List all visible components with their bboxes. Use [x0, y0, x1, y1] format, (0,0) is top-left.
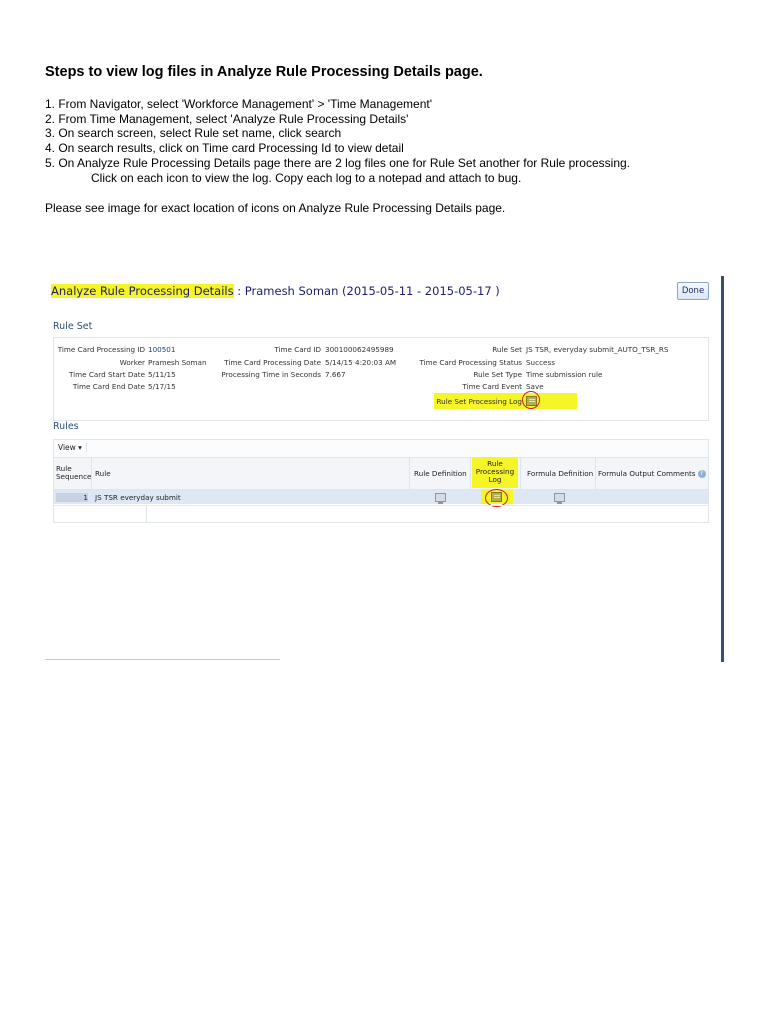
help-icon[interactable]: ? — [697, 470, 706, 478]
step-5: 5. On Analyze Rule Processing Details pa… — [45, 155, 630, 170]
header-rule[interactable]: Rule — [95, 470, 111, 478]
header-formula-output[interactable]: Formula Output Comments? — [598, 470, 706, 478]
rule-definition-icon[interactable] — [435, 493, 446, 504]
table-empty-row — [54, 505, 708, 523]
rules-table-header: Rule Sequence Rule Rule Definition Rule … — [54, 457, 708, 490]
rule-set-heading: Rule Set — [53, 321, 93, 332]
screenshot-right-border — [721, 276, 724, 662]
rules-table: View ▾ Rule Sequence Rule Rule Definitio… — [53, 439, 709, 523]
header-formula-definition[interactable]: Formula Definition — [527, 470, 593, 478]
image-note: Please see image for exact location of i… — [45, 201, 506, 215]
rule-set-panel: Time Card Processing ID 100501 Worker Pr… — [53, 337, 709, 421]
screenshot-bottom-divider — [45, 659, 280, 660]
time-card-processing-id-link[interactable]: 100501 — [148, 345, 175, 354]
step-5-continuation: Click on each icon to view the log. Copy… — [91, 170, 522, 185]
formula-definition-icon[interactable] — [554, 493, 565, 504]
document-title: Steps to view log files in Analyze Rule … — [45, 64, 483, 80]
rules-toolbar: View ▾ — [54, 440, 708, 458]
header-rule-definition[interactable]: Rule Definition — [414, 470, 467, 478]
rules-heading: Rules — [53, 421, 79, 432]
steps-list: 1. From Navigator, select 'Workforce Man… — [45, 97, 630, 185]
step-3: 3. On search screen, select Rule set nam… — [45, 126, 342, 141]
step-1: 1. From Navigator, select 'Workforce Man… — [45, 97, 432, 111]
page-title-highlight: Analyze Rule Processing Details — [51, 284, 234, 298]
done-button[interactable]: Done — [677, 282, 709, 300]
header-rule-processing-log[interactable]: Rule Processing Log — [474, 460, 516, 484]
view-menu-button[interactable]: View ▾ — [58, 443, 87, 452]
header-rule-sequence[interactable]: Rule Sequence — [56, 465, 91, 481]
step-2: 2. From Time Management, select 'Analyze… — [45, 111, 409, 126]
cell-sequence: 1 — [56, 493, 88, 502]
rule-set-log-circle — [522, 391, 540, 409]
table-row[interactable]: 1 JS TSR everyday submit — [54, 489, 708, 507]
step-4: 4. On search results, click on Time card… — [45, 141, 404, 156]
embedded-screenshot: Analyze Rule Processing Details : Prames… — [45, 276, 725, 662]
cell-rule: JS TSR everyday submit — [95, 493, 181, 502]
page-title-rest: : Pramesh Soman (2015-05-11 - 2015-05-17… — [233, 284, 500, 298]
page-heading: Analyze Rule Processing Details : Prames… — [51, 284, 500, 298]
